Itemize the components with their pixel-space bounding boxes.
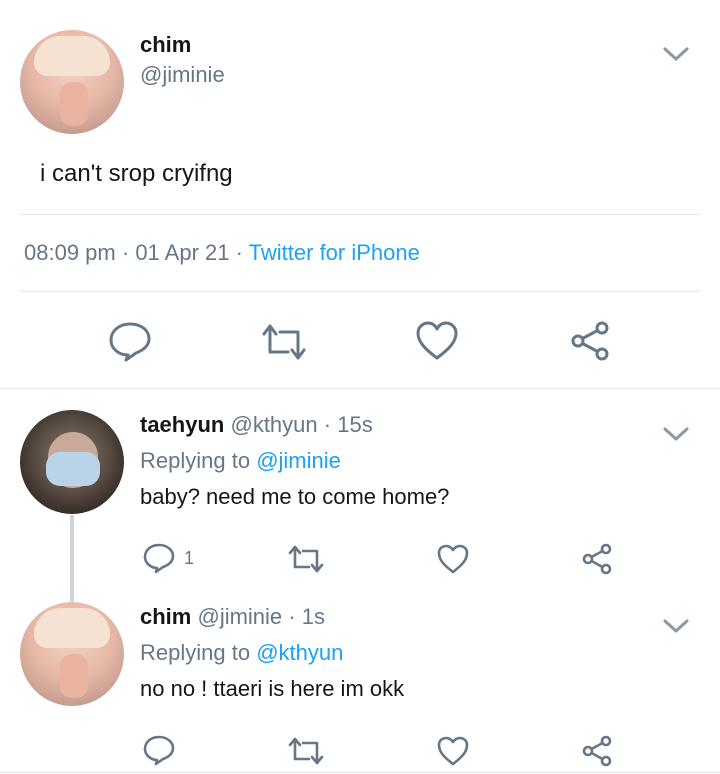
share-icon[interactable] [568,320,612,362]
avatar-hair [34,36,110,76]
retweet-icon[interactable] [260,322,308,362]
meta-separator: · [323,412,332,437]
tweet-source-link[interactable]: Twitter for iPhone [249,240,420,265]
retweet-icon[interactable] [286,543,326,575]
reply-header: chim @jiminie · 1s [140,604,325,630]
tweet-text: i can't srop cryifng [40,160,233,187]
avatar[interactable] [20,602,124,706]
replying-to-link[interactable]: @jiminie [256,448,341,473]
display-name[interactable]: chim [140,604,191,629]
meta-separator: · [235,240,243,265]
section-divider [0,388,720,389]
tweet-age: 1s [301,604,325,629]
like-icon[interactable] [436,543,470,575]
replying-to-link[interactable]: @kthyun [256,640,343,665]
avatar-hair [34,608,110,648]
handle[interactable]: @jiminie [140,62,225,88]
tweet-meta: 08:09 pm · 01 Apr 21 · Twitter for iPhon… [24,240,420,266]
replying-to: Replying to @jiminie [140,448,341,474]
divider [20,291,700,292]
divider [20,214,700,215]
avatar-hand [60,654,88,698]
like-icon[interactable] [415,320,459,362]
replying-to-label: Replying to [140,640,251,665]
display-name[interactable]: chim [140,32,191,58]
tweet-time: 08:09 pm [24,240,116,265]
tweet-date: 01 Apr 21 [135,240,230,265]
handle[interactable]: @kthyun [230,412,317,437]
meta-separator: · [121,240,130,265]
like-icon[interactable] [436,735,470,767]
avatar-mask [46,452,100,486]
replying-to-label: Replying to [140,448,251,473]
tweet-text: baby? need me to come home? [140,484,450,509]
reply-icon[interactable] [142,734,176,766]
retweet-icon[interactable] [286,735,326,767]
chevron-down-icon[interactable] [662,44,690,64]
display-name[interactable]: taehyun [140,412,224,437]
avatar-hand [60,82,88,126]
share-icon[interactable] [580,734,614,768]
thread-line [70,515,74,605]
avatar[interactable] [20,410,124,514]
handle[interactable]: @jiminie [197,604,282,629]
chevron-down-icon[interactable] [662,424,690,444]
reply-icon[interactable] [108,320,152,362]
replying-to: Replying to @kthyun [140,640,343,666]
reply-header: taehyun @kthyun · 15s [140,412,373,438]
reply-icon[interactable] [142,542,176,574]
bottom-divider [0,772,720,773]
avatar[interactable] [20,30,124,134]
share-icon[interactable] [580,542,614,576]
meta-separator: · [288,604,296,629]
tweet-text: no no ! ttaeri is here im okk [140,676,405,701]
reply-count: 1 [184,548,195,568]
chevron-down-icon[interactable] [662,616,690,636]
tweet-age: 15s [337,412,373,437]
